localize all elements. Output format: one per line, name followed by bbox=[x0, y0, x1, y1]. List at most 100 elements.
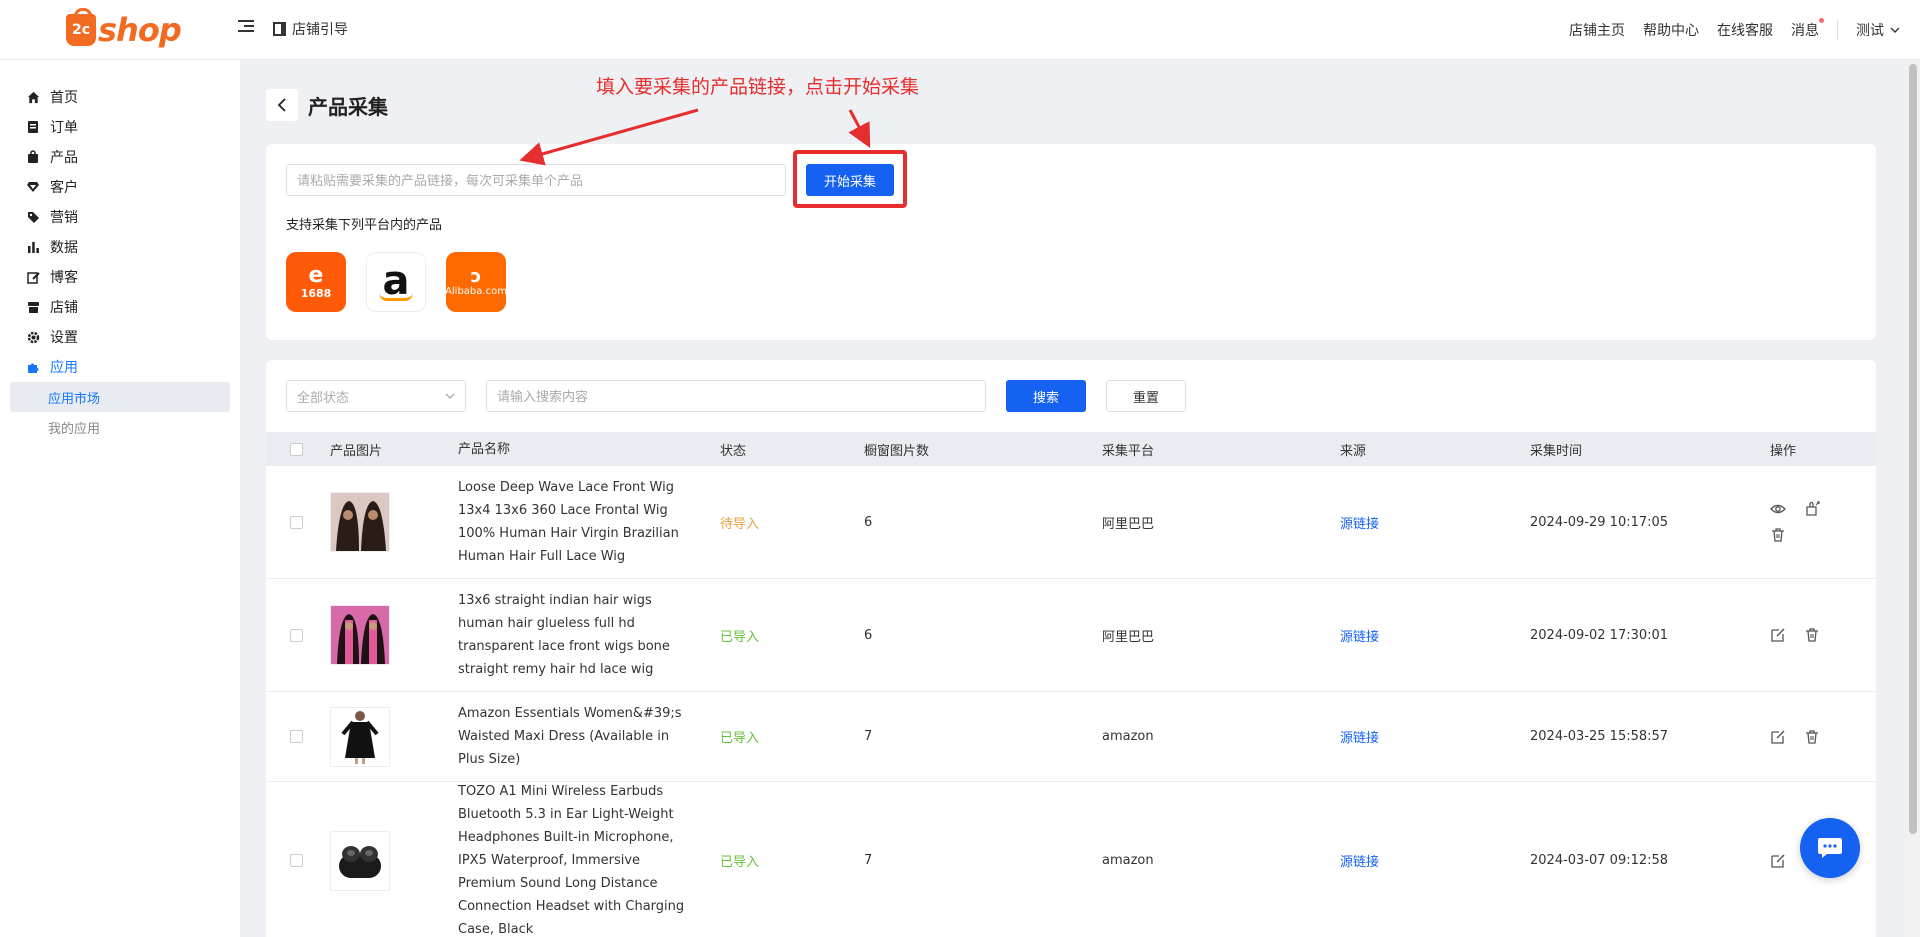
top-header: 2c shop 店铺引导 店铺主页 帮助中心 在线客服 消息 测试 bbox=[0, 0, 1920, 60]
row-checkbox[interactable] bbox=[290, 628, 303, 642]
logo[interactable]: 2c shop bbox=[66, 8, 182, 50]
platform-alibaba-label: Alibaba.com bbox=[445, 285, 507, 297]
menu-toggle-icon[interactable] bbox=[238, 20, 254, 36]
platform-1688-logo[interactable]: e 1688 bbox=[286, 252, 346, 312]
collect-time: 2024-09-02 17:30:01 bbox=[1530, 627, 1669, 643]
row-actions bbox=[1770, 729, 1830, 745]
store-icon bbox=[26, 300, 40, 314]
chevron-down-icon bbox=[1890, 27, 1900, 33]
product-thumbnail[interactable] bbox=[330, 830, 390, 891]
platform-name: amazon bbox=[1102, 729, 1154, 744]
import-icon[interactable] bbox=[1804, 501, 1820, 517]
source-link[interactable]: 源链接 bbox=[1340, 630, 1379, 645]
source-link[interactable]: 源链接 bbox=[1340, 731, 1379, 746]
platform-amazon-logo[interactable]: a bbox=[366, 252, 426, 312]
status-filter-select[interactable]: 全部状态 bbox=[286, 380, 466, 412]
product-url-input[interactable] bbox=[286, 164, 786, 196]
trash-icon[interactable] bbox=[1804, 627, 1820, 643]
edit-icon[interactable] bbox=[1770, 729, 1786, 745]
table-row: 13x6 straight indian hair wigs human hai… bbox=[266, 579, 1876, 692]
store-home-link[interactable]: 店铺主页 bbox=[1569, 20, 1625, 40]
search-button[interactable]: 搜索 bbox=[1006, 380, 1086, 412]
source-link[interactable]: 源链接 bbox=[1340, 517, 1379, 532]
image-count: 6 bbox=[864, 627, 873, 643]
edit-icon[interactable] bbox=[1770, 853, 1786, 869]
sidebar-item-orders[interactable]: 订单 bbox=[0, 112, 240, 142]
order-icon bbox=[26, 120, 40, 134]
home-icon bbox=[26, 90, 40, 104]
sidebar-item-products[interactable]: 产品 bbox=[0, 142, 240, 172]
bar-chart-icon bbox=[26, 240, 40, 254]
sidebar-item-marketing[interactable]: 营销 bbox=[0, 202, 240, 232]
eye-icon[interactable] bbox=[1770, 501, 1786, 517]
sidebar-item-label: 客户 bbox=[50, 180, 78, 196]
product-thumbnail[interactable] bbox=[330, 605, 390, 665]
select-all-checkbox[interactable] bbox=[290, 442, 303, 456]
search-input[interactable] bbox=[486, 380, 986, 412]
source-link[interactable]: 源链接 bbox=[1340, 855, 1379, 870]
sidebar-item-data[interactable]: 数据 bbox=[0, 232, 240, 262]
puzzle-icon bbox=[26, 360, 40, 374]
platform-1688-label: 1688 bbox=[300, 286, 332, 300]
sidebar-subitem-my-apps[interactable]: 我的应用 bbox=[10, 412, 230, 442]
product-name: Loose Deep Wave Lace Front Wig 13x4 13x6… bbox=[458, 480, 679, 564]
sidebar-subitem-app-market[interactable]: 应用市场 bbox=[10, 382, 230, 412]
sidebar-item-label: 营销 bbox=[50, 210, 78, 226]
unread-dot bbox=[1819, 18, 1824, 23]
collect-time: 2024-09-29 10:17:05 bbox=[1530, 514, 1669, 530]
product-name: Amazon Essentials Women&#39;s Waisted Ma… bbox=[458, 706, 682, 767]
back-button[interactable] bbox=[266, 89, 298, 121]
platform-alibaba-logo[interactable]: ↄ Alibaba.com bbox=[445, 252, 507, 312]
annotation-arrow-down bbox=[848, 109, 871, 148]
sidebar-item-label: 应用 bbox=[50, 360, 78, 376]
sidebar-item-store[interactable]: 店铺 bbox=[0, 292, 240, 322]
messages-link[interactable]: 消息 bbox=[1791, 18, 1824, 40]
reset-button[interactable]: 重置 bbox=[1106, 380, 1186, 412]
page-scrollbar[interactable] bbox=[1906, 60, 1920, 937]
logo-text: shop bbox=[98, 11, 182, 49]
collect-card: 开始采集 支持采集下列平台内的产品 e 1688 a ↄ Alibaba.com bbox=[266, 144, 1876, 340]
product-name: 13x6 straight indian hair wigs human hai… bbox=[458, 593, 670, 677]
table-row: Loose Deep Wave Lace Front Wig 13x4 13x6… bbox=[266, 466, 1876, 579]
collect-time: 2024-03-07 09:12:58 bbox=[1530, 853, 1669, 868]
row-actions bbox=[1770, 627, 1830, 643]
page-header: 产品采集 bbox=[266, 89, 388, 121]
collected-list-card: 全部状态 搜索 重置 产品图片 产品名称 状态 橱窗图片数 采集平台 来源 采集… bbox=[266, 360, 1876, 937]
sidebar-item-apps[interactable]: 应用 bbox=[0, 352, 240, 382]
sidebar-item-customers[interactable]: 客户 bbox=[0, 172, 240, 202]
store-guide-link[interactable]: 店铺引导 bbox=[273, 19, 348, 39]
header-divider bbox=[1837, 20, 1838, 40]
row-checkbox[interactable] bbox=[290, 854, 303, 867]
trash-icon[interactable] bbox=[1770, 527, 1786, 543]
edit-icon[interactable] bbox=[1770, 627, 1786, 643]
product-table: 产品图片 产品名称 状态 橱窗图片数 采集平台 来源 采集时间 操作 Loose… bbox=[266, 432, 1876, 937]
diamond-icon bbox=[26, 180, 40, 194]
col-header-count: 橱窗图片数 bbox=[864, 443, 930, 459]
product-thumbnail[interactable] bbox=[330, 706, 390, 767]
user-menu[interactable]: 测试 bbox=[1856, 20, 1900, 40]
col-header-image: 产品图片 bbox=[330, 443, 383, 459]
col-header-platform: 采集平台 bbox=[1102, 443, 1155, 459]
image-count: 7 bbox=[864, 729, 873, 744]
help-center-link[interactable]: 帮助中心 bbox=[1643, 20, 1699, 40]
sidebar-item-label: 博客 bbox=[50, 270, 78, 286]
table-header: 产品图片 产品名称 状态 橱窗图片数 采集平台 来源 采集时间 操作 bbox=[266, 432, 1876, 466]
chat-icon bbox=[1818, 838, 1842, 858]
platform-list: e 1688 a ↄ Alibaba.com bbox=[286, 252, 507, 312]
chat-button[interactable] bbox=[1800, 818, 1860, 878]
online-support-link[interactable]: 在线客服 bbox=[1717, 20, 1773, 40]
sidebar-item-blog[interactable]: 博客 bbox=[0, 262, 240, 292]
row-checkbox[interactable] bbox=[290, 515, 303, 529]
trash-icon[interactable] bbox=[1804, 729, 1820, 745]
platform-name: 阿里巴巴 bbox=[1102, 629, 1155, 645]
row-checkbox[interactable] bbox=[290, 730, 303, 743]
sidebar-item-home[interactable]: 首页 bbox=[0, 82, 240, 112]
sidebar-item-label: 订单 bbox=[50, 120, 78, 136]
product-name: TOZO A1 Mini Wireless Earbuds Bluetooth … bbox=[458, 784, 685, 937]
sidebar-item-settings[interactable]: 设置 bbox=[0, 322, 240, 352]
scrollbar-thumb[interactable] bbox=[1909, 64, 1917, 834]
edit-icon bbox=[26, 270, 40, 284]
product-thumbnail[interactable] bbox=[330, 492, 390, 552]
gear-icon bbox=[26, 330, 40, 344]
chevron-left-icon bbox=[277, 98, 286, 112]
